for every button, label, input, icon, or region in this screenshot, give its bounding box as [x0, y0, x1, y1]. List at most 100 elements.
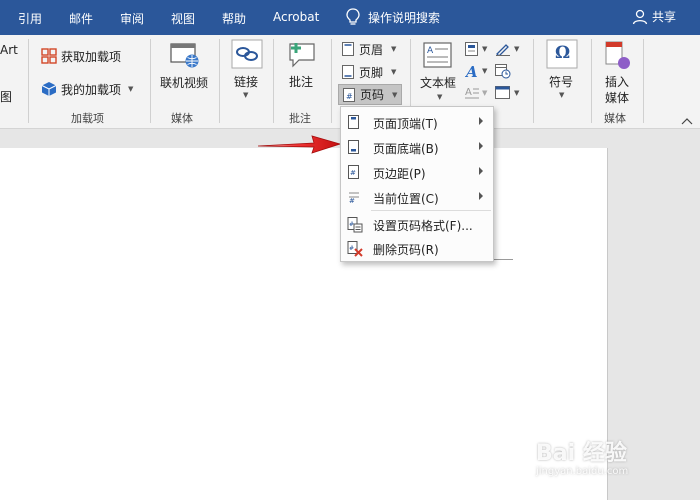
submenu-arrow-icon — [479, 117, 483, 125]
my-addins-button[interactable]: 我的加载项 ▼ — [41, 79, 133, 99]
footer-button[interactable]: 页脚 ▼ — [342, 63, 396, 81]
submenu-arrow-icon — [479, 167, 483, 175]
omega-glyph: Ω — [555, 43, 571, 63]
footer-icon — [342, 65, 354, 79]
date-time-icon — [495, 64, 511, 79]
chevron-down-icon: ▼ — [482, 45, 488, 53]
svg-text:A: A — [465, 87, 472, 98]
wordart-button[interactable]: A ▼ — [465, 62, 487, 80]
tab-references[interactable]: 引用 — [18, 10, 42, 27]
drop-cap-icon: A — [465, 87, 479, 99]
symbol-label: 符号 — [549, 75, 574, 89]
tab-mailings[interactable]: 邮件 — [69, 10, 93, 27]
picture-button-partial[interactable]: 图 — [0, 88, 12, 105]
menu-item-current-position[interactable]: # 当前位置(C) — [341, 185, 493, 209]
link-button[interactable]: 链接 ▼ — [225, 39, 269, 103]
quick-parts-button[interactable]: ▼ — [465, 40, 487, 58]
comment-label: 批注 — [289, 75, 314, 89]
my-addins-label: 我的加载项 — [61, 82, 122, 97]
insert-media-label-2: 媒体 — [605, 91, 630, 105]
menu-item-format-page-numbers[interactable]: # 设置页码格式(F)... — [341, 212, 493, 236]
menu-item-label: 页边距(P) — [373, 167, 426, 181]
chevron-down-icon: ▼ — [391, 68, 397, 76]
svg-text:#: # — [349, 197, 355, 204]
menu-item-label: 删除页码(R) — [373, 243, 439, 257]
page-margins-icon: # — [348, 165, 359, 179]
tab-review[interactable]: 审阅 — [120, 10, 144, 27]
lightbulb-icon — [346, 8, 360, 25]
drop-cap-button[interactable]: A ▼ — [465, 84, 487, 102]
get-addins-button[interactable]: 获取加载项 — [41, 46, 121, 66]
textbox-button[interactable]: A 文本框 ▼ — [416, 41, 460, 101]
page-number-label: 页码 — [360, 88, 385, 102]
chevron-down-icon: ▼ — [128, 85, 134, 93]
online-video-button[interactable]: 联机视频 — [157, 41, 213, 101]
menu-separator — [371, 210, 491, 211]
media-group-label: 媒体 — [171, 112, 193, 125]
person-icon — [632, 9, 648, 24]
insert-media-label-1: 插入 — [605, 75, 630, 89]
comment-button[interactable]: 批注 — [283, 39, 323, 99]
baidu-watermark-url: jingyan.baidu.com — [536, 466, 629, 477]
share-button[interactable]: 共享 — [632, 8, 676, 25]
menu-item-label: 当前位置(C) — [373, 192, 439, 206]
page-number-menu: 页面顶端(T) 页面底端(B) # 页边距(P) # 当前位置(C) # 设置页… — [340, 106, 494, 262]
textbox-label: 文本框 — [420, 76, 457, 90]
comment-group-label: 批注 — [289, 112, 311, 125]
menu-item-label: 页面底端(B) — [373, 142, 439, 156]
remove-page-numbers-icon: # — [347, 241, 363, 257]
group-separator — [219, 39, 220, 123]
group-separator — [591, 39, 592, 123]
get-addins-label: 获取加载项 — [61, 49, 122, 64]
menu-item-label: 页面顶端(T) — [373, 117, 438, 131]
baidu-watermark: Bai 经验 — [536, 441, 627, 466]
menu-item-page-margins[interactable]: # 页边距(P) — [341, 160, 493, 184]
collapse-ribbon-icon[interactable] — [681, 117, 693, 125]
link-label: 链接 — [234, 75, 259, 89]
tab-acrobat[interactable]: Acrobat — [273, 10, 319, 24]
page-number-button[interactable]: # 页码 ▼ — [338, 84, 402, 105]
group-separator — [643, 39, 644, 123]
bottom-of-page-icon — [348, 140, 359, 154]
chevron-down-icon: ▼ — [391, 45, 397, 53]
online-video-icon — [170, 43, 199, 68]
group-separator — [28, 39, 29, 123]
chevron-down-icon: ▼ — [482, 89, 488, 97]
addins-cube-icon — [41, 82, 57, 96]
chevron-down-icon: ▼ — [514, 89, 520, 97]
tab-help[interactable]: 帮助 — [222, 10, 246, 27]
chevron-down-icon: ▼ — [392, 90, 398, 99]
online-video-label: 联机视频 — [160, 76, 209, 90]
document-page[interactable] — [0, 148, 608, 500]
svg-text:#: # — [349, 245, 354, 252]
smartart-button-partial[interactable]: Art — [0, 43, 18, 57]
chevron-down-icon: ▼ — [514, 45, 520, 53]
tab-view[interactable]: 视图 — [171, 10, 195, 27]
header-label: 页眉 — [359, 42, 384, 57]
submenu-arrow-icon — [479, 142, 483, 150]
red-arrow-annotation — [257, 135, 342, 154]
group-separator — [273, 39, 274, 123]
date-time-button[interactable] — [495, 62, 511, 80]
object-button[interactable]: ▼ — [495, 84, 519, 102]
symbol-button[interactable]: Ω 符号 ▼ — [542, 39, 582, 103]
top-of-page-icon — [348, 115, 359, 129]
submenu-arrow-icon — [479, 192, 483, 200]
menu-item-remove-page-numbers[interactable]: # 删除页码(R) — [341, 236, 493, 260]
svg-text:#: # — [350, 169, 356, 177]
signature-pen-icon — [496, 44, 510, 56]
signature-line-button[interactable]: ▼ — [495, 40, 519, 58]
menu-item-top-of-page[interactable]: 页面顶端(T) — [341, 110, 493, 134]
ribbon-tab-bar: 引用 邮件 审阅 视图 帮助 Acrobat 操作说明搜索 共享 — [0, 0, 700, 35]
insert-media-icon — [605, 41, 630, 69]
object-icon — [495, 86, 510, 99]
insert-media-button[interactable]: 插入 媒体 — [598, 39, 638, 105]
footer-label: 页脚 — [359, 65, 384, 80]
tell-me-search[interactable]: 操作说明搜索 — [346, 8, 440, 26]
header-button[interactable]: 页眉 ▼ — [342, 40, 396, 58]
svg-text:#: # — [349, 221, 354, 228]
menu-item-bottom-of-page[interactable]: 页面底端(B) — [341, 135, 493, 159]
quick-parts-icon — [465, 42, 478, 56]
chevron-down-icon: ▼ — [482, 67, 488, 75]
textbox-icon: A — [423, 42, 452, 68]
